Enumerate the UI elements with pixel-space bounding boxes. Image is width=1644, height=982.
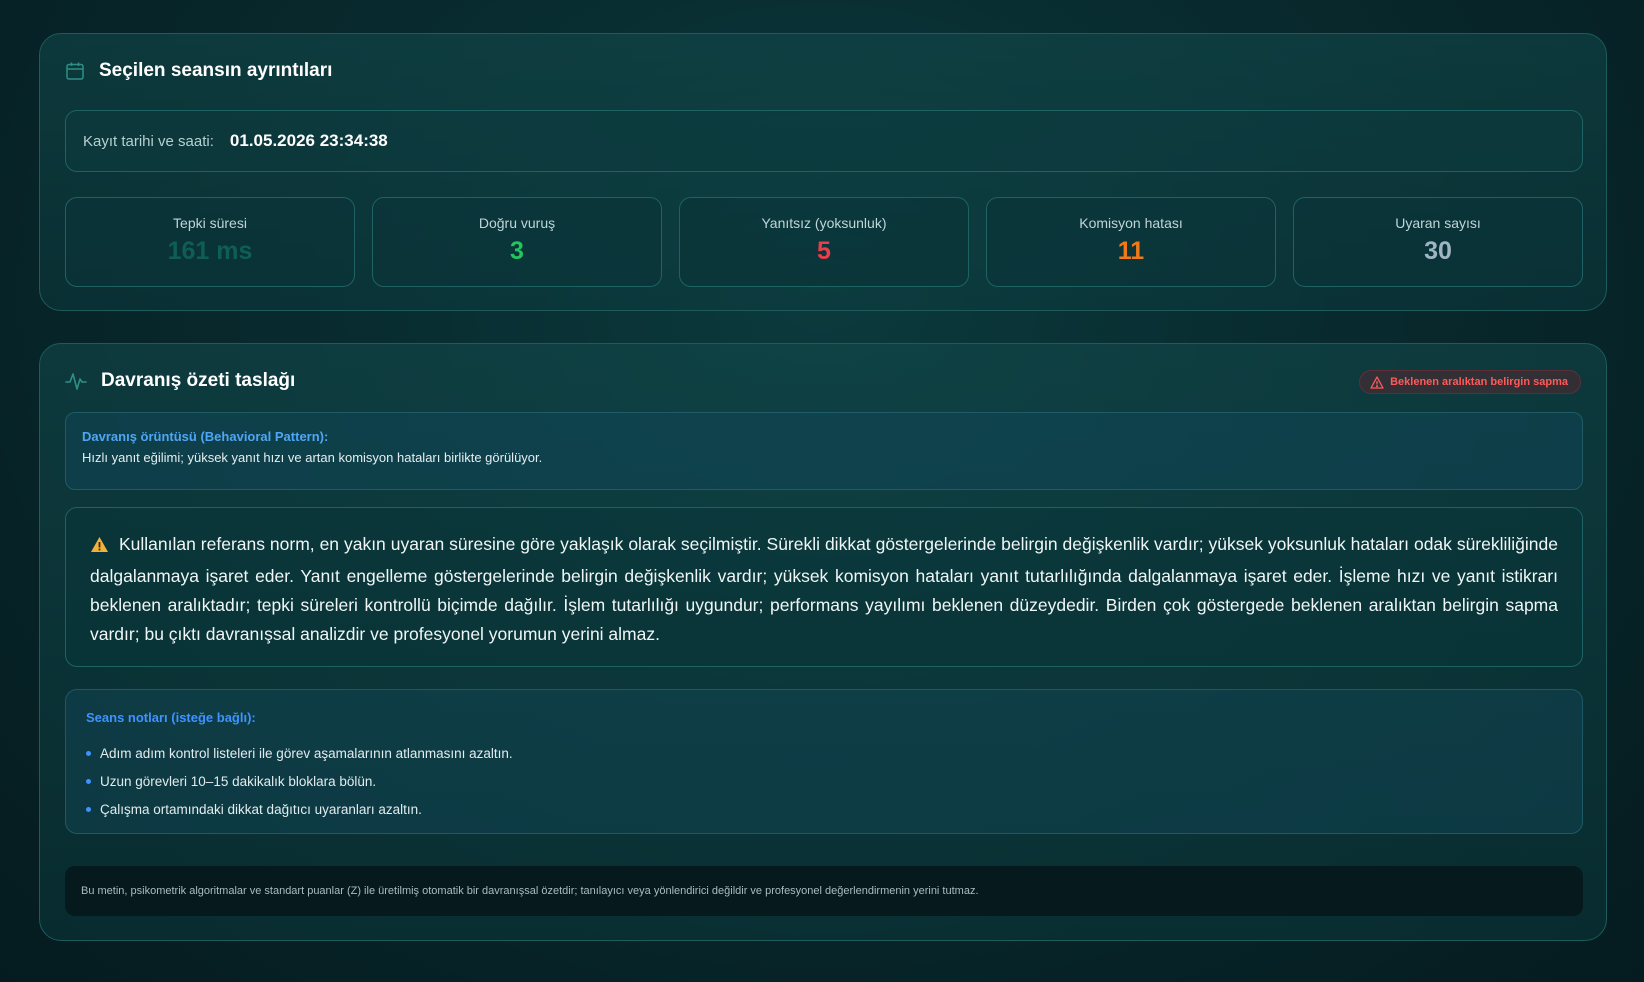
stat-commission-errors: Komisyon hatası 11 — [986, 197, 1276, 287]
bullet-icon — [86, 778, 91, 784]
activity-icon — [65, 371, 87, 391]
summary-text-box: Kullanılan referans norm, en yakın uyara… — [65, 507, 1583, 667]
deviation-badge: Beklenen aralıktan belirgin sapma — [1359, 370, 1581, 394]
stat-value: 161 ms — [167, 237, 253, 265]
session-details-header: Seçilen seansın ayrıntıları — [65, 60, 332, 82]
list-item: Uzun görevleri 10–15 dakikalık bloklara … — [86, 767, 1562, 795]
session-notes-box: Seans notları (isteğe bağlı): Adım adım … — [65, 689, 1583, 834]
stat-value: 30 — [1424, 237, 1452, 265]
disclaimer-box: Bu metin, psikometrik algoritmalar ve st… — [65, 866, 1583, 916]
stat-label: Doğru vuruş — [478, 215, 556, 231]
bullet-icon — [86, 806, 91, 812]
note-text: Uzun görevleri 10–15 dakikalık bloklara … — [100, 773, 377, 789]
behavior-pattern-text: Hızlı yanıt eğilimi; yüksek yanıt hızı v… — [82, 450, 543, 465]
note-text: Çalışma ortamındaki dikkat dağıtıcı uyar… — [100, 801, 422, 817]
session-details-title: Seçilen seansın ayrıntıları — [99, 60, 333, 81]
warning-triangle-icon — [1370, 375, 1384, 389]
behavior-pattern-title: Davranış örüntüsü (Behavioral Pattern): — [82, 429, 329, 444]
stat-value: 11 — [1117, 237, 1145, 265]
stat-omission: Yanıtsız (yoksunluk) 5 — [679, 197, 969, 287]
behavior-summary-header: Davranış özeti taslağı — [65, 370, 295, 392]
note-text: Adım adım kontrol listeleri ile görev aş… — [100, 745, 513, 761]
stat-value: 5 — [817, 237, 831, 265]
stat-correct-hits: Doğru vuruş 3 — [372, 197, 662, 287]
calendar-icon — [65, 61, 85, 81]
bullet-icon — [86, 750, 91, 756]
deviation-badge-text: Beklenen aralıktan belirgin sapma — [1390, 376, 1568, 388]
session-notes-title: Seans notları (isteğe bağlı): — [86, 710, 256, 725]
stats-row: Tepki süresi 161 ms Doğru vuruş 3 Yanıts… — [65, 197, 1583, 287]
disclaimer-text: Bu metin, psikometrik algoritmalar ve st… — [81, 885, 979, 897]
list-item: Çalışma ortamındaki dikkat dağıtıcı uyar… — [86, 795, 1562, 823]
record-datetime-label: Kayıt tarihi ve saati: — [83, 132, 214, 150]
behavior-summary-title: Davranış özeti taslağı — [101, 370, 296, 391]
stat-label: Yanıtsız (yoksunluk) — [761, 215, 887, 231]
stat-reaction-time: Tepki süresi 161 ms — [65, 197, 355, 287]
summary-text: Kullanılan referans norm, en yakın uyara… — [90, 534, 1558, 644]
list-item: Adım adım kontrol listeleri ile görev aş… — [86, 739, 1562, 767]
warning-icon — [90, 533, 109, 562]
stat-value: 3 — [510, 237, 524, 265]
summary-paragraph: Kullanılan referans norm, en yakın uyara… — [90, 530, 1558, 649]
record-datetime-value: 01.05.2026 23:34:38 — [229, 131, 388, 150]
session-details-card: Seçilen seansın ayrıntıları Kayıt tarihi… — [39, 33, 1607, 311]
stat-stimulus-count: Uyaran sayısı 30 — [1293, 197, 1583, 287]
record-datetime: Kayıt tarihi ve saati: 01.05.2026 23:34:… — [65, 110, 1583, 172]
stat-label: Uyaran sayısı — [1395, 215, 1481, 231]
stat-label: Tepki süresi — [173, 215, 247, 231]
behavior-pattern-box: Davranış örüntüsü (Behavioral Pattern): … — [65, 412, 1583, 490]
session-notes-list: Adım adım kontrol listeleri ile görev aş… — [86, 739, 1562, 823]
behavior-summary-card: Davranış özeti taslağı Beklenen aralıkta… — [39, 343, 1607, 941]
stat-label: Komisyon hatası — [1079, 215, 1183, 231]
